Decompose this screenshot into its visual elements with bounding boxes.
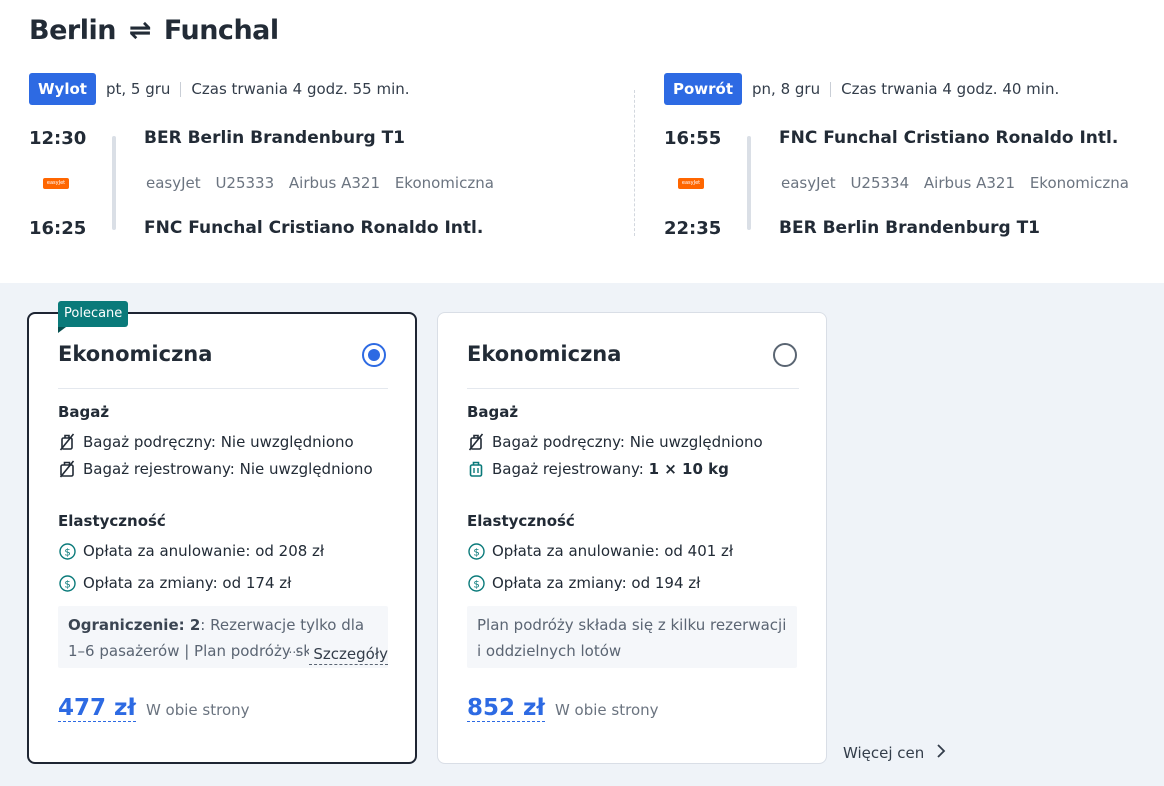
svg-text:$: $ [64,547,70,558]
dollar-circle-icon: $ [58,542,76,560]
change-fee-row: $ Opłata za zmiany: od 194 zł [467,574,700,592]
timeline-bar [112,136,116,230]
outbound-arrival-airport: FNC Funchal Cristiano Ronaldo Intl. [144,218,484,238]
checked-bag-value: 1 × 10 kg [648,460,729,478]
svg-text:$: $ [473,547,479,558]
cabin-class: Ekonomiczna [394,174,494,192]
carry-on-row: Bagaż podręczny: Nie uwzględniono [58,433,354,451]
inbound-arrival-time: 22:35 [664,218,722,239]
outbound-header: Wylot pt, 5 gru Czas trwania 4 godz. 55 … [29,73,410,105]
details-link[interactable]: Szczegóły [309,644,388,665]
dollar-circle-icon: $ [467,574,485,592]
price-label: W obie strony [554,701,659,719]
inbound-badge: Powrót [664,73,743,105]
outbound-arrival-time: 16:25 [29,218,87,239]
chevron-right-icon [936,743,946,763]
airline-name: easyJet [781,174,836,192]
flight-number: U25333 [215,174,275,192]
outbound-duration: Czas trwania 4 godz. 55 min. [191,80,410,98]
airline-name: easyJet [146,174,201,192]
itinerary-summary: Berlin ⇌ Funchal Wylot pt, 5 gru Czas tr… [0,0,1164,283]
origin-city: Berlin [29,15,116,46]
separator [180,81,182,97]
carry-on-text: Bagaż podręczny: Nie uwzględniono [492,433,763,451]
fare-name: Ekonomiczna [467,342,622,366]
easyjet-logo-icon: easyJet [678,178,704,189]
checked-bag-label: Bagaż rejestrowany: [83,460,235,478]
carry-on-text: Bagaż podręczny: Nie uwzględniono [83,433,354,451]
fare-radio-unselected[interactable] [773,343,797,367]
cancel-fee-text: Opłata za anulowanie: od 401 zł [492,542,734,560]
aircraft-type: Airbus A321 [923,174,1016,192]
recommended-tag: Polecane [58,301,129,333]
suitcase-icon [467,460,485,478]
outbound-departure-time: 12:30 [29,128,87,149]
fare-price: 477 zł W obie strony [58,695,250,722]
more-prices-link[interactable]: Więcej cen [843,743,946,763]
aircraft-type: Airbus A321 [288,174,381,192]
no-bag-icon [467,433,485,451]
checked-bag-row: Bagaż rejestrowany: Nie uwzględniono [58,460,373,478]
leg-divider [634,90,635,236]
baggage-title: Bagaż [58,403,110,421]
flexibility-title: Elastyczność [467,512,575,530]
more-prices-label: Więcej cen [843,744,925,762]
inbound-departure-airport: FNC Funchal Cristiano Ronaldo Intl. [779,128,1119,148]
baggage-title: Bagaż [467,403,519,421]
fare-radio-selected[interactable] [362,343,386,367]
timeline-bar [747,136,751,230]
checked-bag-row: Bagaż rejestrowany: 1 × 10 kg [467,460,729,478]
fare-card-recommended[interactable]: Ekonomiczna Bagaż Bagaż podręczny: Nie u… [27,312,417,764]
no-bag-icon [58,433,76,451]
restriction-label: Ograniczenie: 2 [68,616,201,634]
fare-card-alternative[interactable]: Ekonomiczna Bagaż Bagaż podręczny: Nie u… [437,312,827,764]
cancel-fee-row: $ Opłata za anulowanie: od 401 zł [467,542,733,560]
change-fee-row: $ Opłata za zmiany: od 174 zł [58,574,291,592]
easyjet-logo-icon: easyJet [43,178,69,189]
outbound-leg: Wylot pt, 5 gru Czas trwania 4 godz. 55 … [29,72,549,252]
restriction-note: Ograniczenie: 2: Rezerwacje tylko dla 1–… [58,606,388,668]
swap-icon: ⇌ [128,15,152,46]
fare-price: 852 zł W obie strony [467,695,659,722]
no-bag-icon [58,460,76,478]
outbound-flight-details: easyJet U25333 Airbus A321 Ekonomiczna [146,174,504,192]
price-label: W obie strony [145,701,250,719]
fare-name: Ekonomiczna [58,342,213,366]
divider [467,388,799,389]
itinerary-note-text: Plan podróży składa się z kilku rezerwac… [477,616,787,660]
destination-city: Funchal [163,15,279,46]
dollar-circle-icon: $ [467,542,485,560]
route-title: Berlin ⇌ Funchal [29,15,279,46]
price-amount[interactable]: 852 zł [467,695,545,722]
checked-bag-value: Nie uwzględniono [239,460,373,478]
checked-bag-label: Bagaż rejestrowany: [492,460,644,478]
itinerary-note: Plan podróży składa się z kilku rezerwac… [467,606,797,668]
outbound-departure-airport: BER Berlin Brandenburg T1 [144,128,406,148]
price-amount[interactable]: 477 zł [58,695,136,722]
outbound-date: pt, 5 gru [105,80,171,98]
inbound-date: pn, 8 gru [752,80,821,98]
ellipsis: ... [288,642,300,656]
dollar-circle-icon: $ [58,574,76,592]
cancel-fee-text: Opłata za anulowanie: od 208 zł [83,542,325,560]
svg-text:$: $ [64,579,70,590]
carry-on-row: Bagaż podręczny: Nie uwzględniono [467,433,763,451]
inbound-flight-details: easyJet U25334 Airbus A321 Ekonomiczna [781,174,1139,192]
inbound-departure-time: 16:55 [664,128,722,149]
cancel-fee-row: $ Opłata za anulowanie: od 208 zł [58,542,324,560]
separator [830,81,832,97]
inbound-leg: Powrót pn, 8 gru Czas trwania 4 godz. 40… [664,72,1164,252]
change-fee-text: Opłata za zmiany: od 174 zł [83,574,292,592]
divider [58,388,388,389]
inbound-arrival-airport: BER Berlin Brandenburg T1 [779,218,1041,238]
outbound-badge: Wylot [29,73,96,105]
change-fee-text: Opłata za zmiany: od 194 zł [492,574,701,592]
flight-number: U25334 [850,174,910,192]
flexibility-title: Elastyczność [58,512,166,530]
inbound-header: Powrót pn, 8 gru Czas trwania 4 godz. 40… [664,73,1059,105]
inbound-duration: Czas trwania 4 godz. 40 min. [841,80,1060,98]
cabin-class: Ekonomiczna [1029,174,1129,192]
svg-text:$: $ [473,579,479,590]
